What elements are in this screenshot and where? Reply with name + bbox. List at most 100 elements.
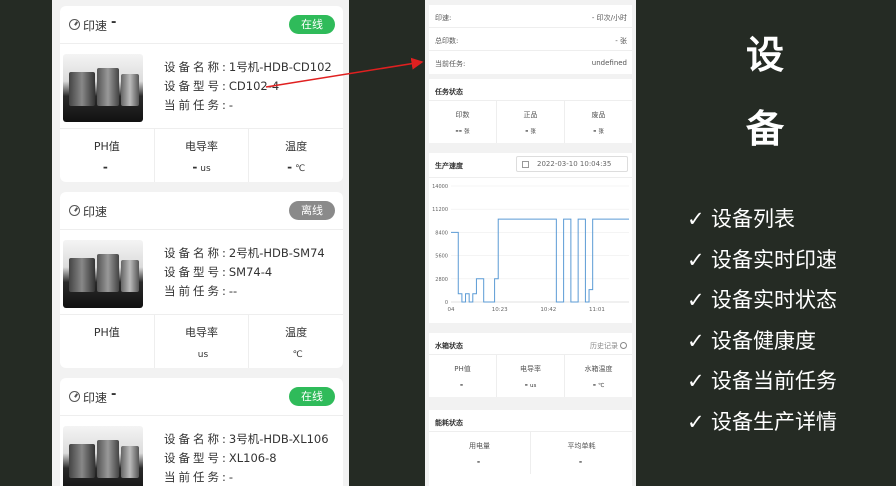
device-task: - [228,470,234,484]
feature-item: ✓ 设备实时状态 [687,284,837,325]
status-badge: 在线 [289,387,335,406]
speedometer-icon [69,205,80,216]
status-badge: 离线 [289,201,335,220]
detail-row-total: 总印数: - 张 [429,28,632,51]
task-waste: 废品 - 张 [591,111,606,135]
speedometer-icon [69,391,80,402]
speed-label: 印速 [83,205,108,219]
device-model: SM74-4 [228,265,273,279]
device-name: 3号机-HDB-XL106 [228,432,329,446]
feature-item: ✓ 设备健康度 [687,325,837,366]
chart-y-tick: 8400 [435,230,448,236]
check-icon: ✓ [687,247,705,272]
device-task: - [228,98,234,112]
speedometer-icon [69,19,80,30]
check-icon: ✓ [687,369,705,394]
chart-x-tick: 11:01 [589,307,605,313]
device-card[interactable]: 印速 - 在线 设备名称:1号机-HDB-CD102 设备型号:CD102-4 … [60,6,343,182]
machine-image [63,240,143,308]
check-icon: ✓ [687,409,705,434]
energy-avg: 平均单耗 - [567,442,596,466]
metric-temperature: 温度 - ℃ [285,140,308,174]
chart-y-tick: 0 [445,300,448,306]
calendar-icon [522,161,529,168]
feature-item: ✓ 设备实时印速 [687,244,837,285]
metric-conductivity: 电导率 us [155,315,250,368]
chart-x-tick: 10:42 [540,307,556,313]
title-char: 备 [746,107,785,151]
water-tank-title: 水箱状态 [435,342,463,350]
device-task-key: 当前任务: [164,284,229,298]
chart-y-tick: 11200 [432,207,448,213]
task-status-section: 任务状态 印数 -- 张 正品 - 张 废品 - 张 [429,79,632,143]
metric-temperature: 温度 ℃ [285,326,308,360]
device-metrics: PH值 - 电导率 - us 温度 - ℃ [60,128,343,182]
energy-usage: 用电量 - [429,432,531,474]
device-card[interactable]: 印速 离线 设备名称:2号机-HDB-SM74 设备型号:SM74-4 当前任务… [60,192,343,368]
chart-y-tick: 2800 [435,277,448,283]
device-model: XL106-8 [228,451,277,465]
energy-section: 能耗状态 用电量 - 平均单耗 - [429,410,632,486]
chart-series-line [451,218,629,303]
tank-conductivity: 电导率 - us [497,355,565,397]
chart-y-tick: 14000 [432,184,448,190]
metric-ph: PH值 - [60,129,155,182]
device-name-key: 设备名称: [164,60,229,74]
chart-x-tick: 04 [448,307,455,313]
machine-image [63,54,143,122]
clock-icon [620,342,627,349]
energy-title: 能耗状态 [429,410,632,432]
speed-label: 印速 [83,391,108,405]
device-metrics: PH值 电导率 us 温度 ℃ [60,314,343,368]
production-speed-chart: 0 2800 5600 8400 11200 14000 04 10:23 10:42 11:01 [432,184,629,313]
device-list-screen: 印速 - 在线 设备名称:1号机-HDB-CD102 设备型号:CD102-4 … [52,0,349,486]
check-icon: ✓ [687,288,705,313]
device-card[interactable]: 印速 - 在线 设备名称:3号机-HDB-XL106 设备型号:XL106-8 … [60,378,343,486]
device-card-header: 印速 离线 [60,192,343,230]
speed-label: 印速 [83,19,108,33]
status-badge: 在线 [289,15,335,34]
tank-ph: PH值 - [429,355,497,397]
device-info: 设备名称:3号机-HDB-XL106 设备型号:XL106-8 当前任务:- [60,416,343,486]
device-card-header: 印速 - 在线 [60,378,343,416]
water-tank-section: 水箱状态 历史记录 PH值 - 电导率 - us 水箱温度 - ℃ [429,333,632,397]
device-model-key: 设备型号: [164,451,229,465]
check-icon: ✓ [687,207,705,231]
check-icon: ✓ [687,328,705,353]
device-info: 设备名称:1号机-HDB-CD102 设备型号:CD102-4 当前任务:- [60,44,343,128]
device-name-key: 设备名称: [164,246,229,260]
task-good: 正品 - 张 [497,101,565,143]
title-char: 设 [746,33,785,77]
machine-image [63,426,143,486]
device-info: 设备名称:2号机-HDB-SM74 设备型号:SM74-4 当前任务:-- [60,230,343,314]
feature-item: ✓ 设备生产详情 [687,406,837,447]
metric-ph: PH值 [60,315,155,368]
date-picker[interactable]: 2022-03-10 10:04:35 [516,156,628,172]
device-detail-screen: 印速: - 印次/小时 总印数: - 张 当前任务: undefined 任务状态 印… [425,0,636,486]
metric-conductivity: 电导率 - us [155,129,250,182]
task-status-title: 任务状态 [429,79,632,101]
chart-x-tick: 10:23 [492,307,508,313]
device-task-key: 当前任务: [164,98,229,112]
device-model-key: 设备型号: [164,79,229,93]
production-speed-title: 生产速度 [435,162,463,170]
detail-row-speed: 印速: - 印次/小时 [429,5,632,28]
speed-value: - [111,15,117,30]
device-model-key: 设备型号: [164,265,229,279]
device-card-header: 印速 - 在线 [60,6,343,44]
feature-item: ✓ 设备列表 [687,203,837,244]
device-name: 2号机-HDB-SM74 [228,246,325,260]
speed-value: - [111,387,117,402]
device-name-key: 设备名称: [164,432,229,446]
device-name: 1号机-HDB-CD102 [228,60,332,74]
production-speed-section: 生产速度 2022-03-10 10:04:35 0 2800 5600 8400 11… [429,153,632,323]
feature-list: ✓ 设备列表 ✓ 设备实时印速 ✓ 设备实时状态 ✓ 设备健康度 ✓ 设备当前任务 ✓ 设备… [687,203,837,447]
history-link[interactable]: 历史记录 [590,341,627,351]
feature-item: ✓ 设备当前任务 [687,365,837,406]
device-model: CD102-4 [228,79,280,93]
date-value: 2022-03-10 10:04:35 [537,160,612,168]
device-task-key: 当前任务: [164,470,229,484]
detail-row-task: 当前任务: undefined [435,59,627,68]
tank-temperature: 水箱温度 - ℃ [584,365,613,389]
device-task: -- [228,284,238,298]
